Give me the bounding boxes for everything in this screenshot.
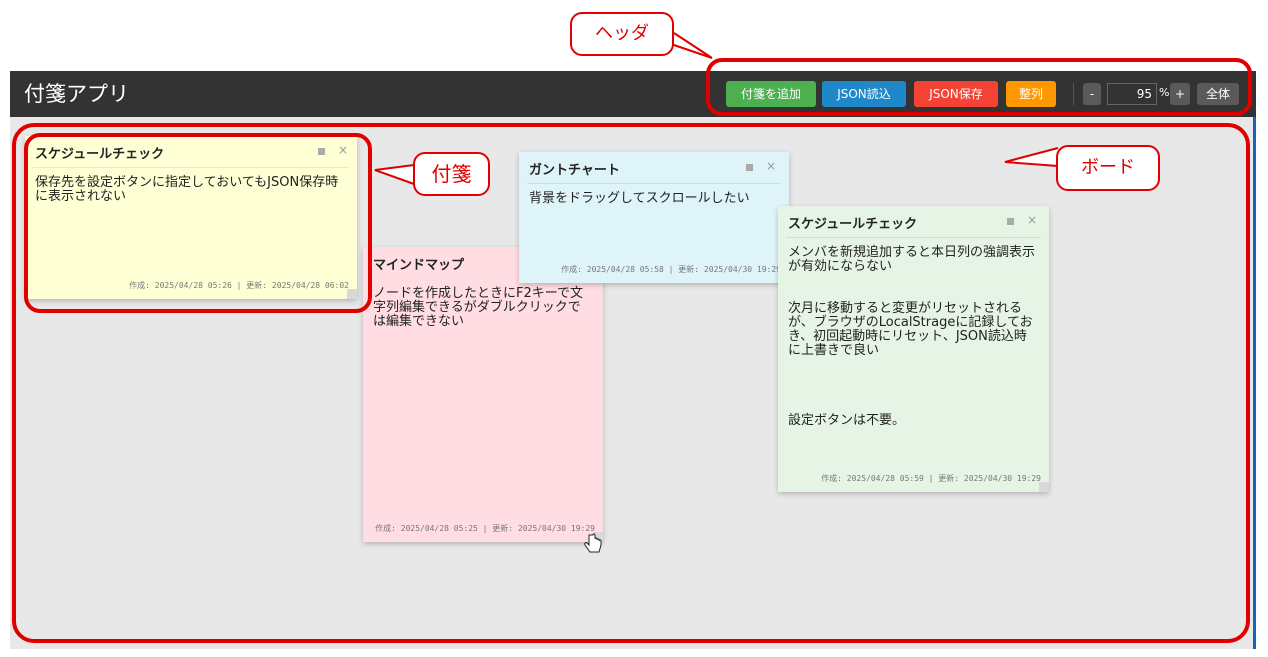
callout-note: 付箋 — [413, 152, 490, 196]
app-title: 付箋アプリ — [24, 82, 129, 106]
callout-board-label: ボード — [1081, 157, 1135, 178]
header-highlight — [706, 58, 1252, 116]
callout-header-label: ヘッダ — [595, 23, 649, 44]
callout-header: ヘッダ — [570, 12, 674, 56]
callout-note-label: 付箋 — [431, 162, 472, 186]
callout-board: ボード — [1056, 145, 1160, 191]
board-highlight — [12, 123, 1250, 643]
